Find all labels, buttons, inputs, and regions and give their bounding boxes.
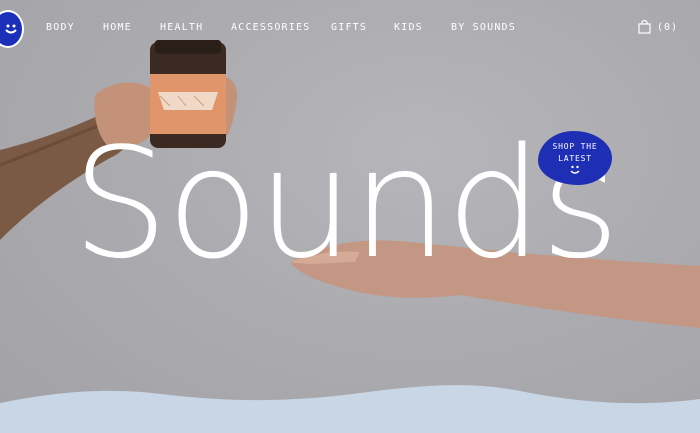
cart-button[interactable]: (0) xyxy=(638,20,678,34)
nav-item-gifts[interactable]: GIFTS xyxy=(331,22,367,33)
hero-headline: Sounds xyxy=(72,115,620,292)
nav-item-home[interactable]: HOME xyxy=(103,22,132,33)
smiley-face-icon xyxy=(5,24,17,34)
nav-item-accessories[interactable]: ACCESSORIES xyxy=(231,22,310,33)
nav-item-kids[interactable]: KIDS xyxy=(394,22,423,33)
top-nav: BODY HOME HEALTH ACCESSORIES GIFTS KIDS … xyxy=(0,0,700,58)
shop-latest-button[interactable]: SHOP THE LATEST xyxy=(538,131,612,185)
logo[interactable] xyxy=(0,10,24,48)
shopping-bag-icon xyxy=(638,20,651,34)
nav-item-health[interactable]: HEALTH xyxy=(160,22,203,33)
nav-item-by-sounds[interactable]: BY SOUNDS xyxy=(451,22,516,33)
nav-item-body[interactable]: BODY xyxy=(46,22,75,33)
smiley-face-icon xyxy=(570,165,580,174)
shop-latest-line1: SHOP THE xyxy=(552,142,598,151)
bottom-wave xyxy=(0,385,700,433)
shop-latest-line2: LATEST xyxy=(558,154,592,163)
cart-count: (0) xyxy=(657,21,679,33)
